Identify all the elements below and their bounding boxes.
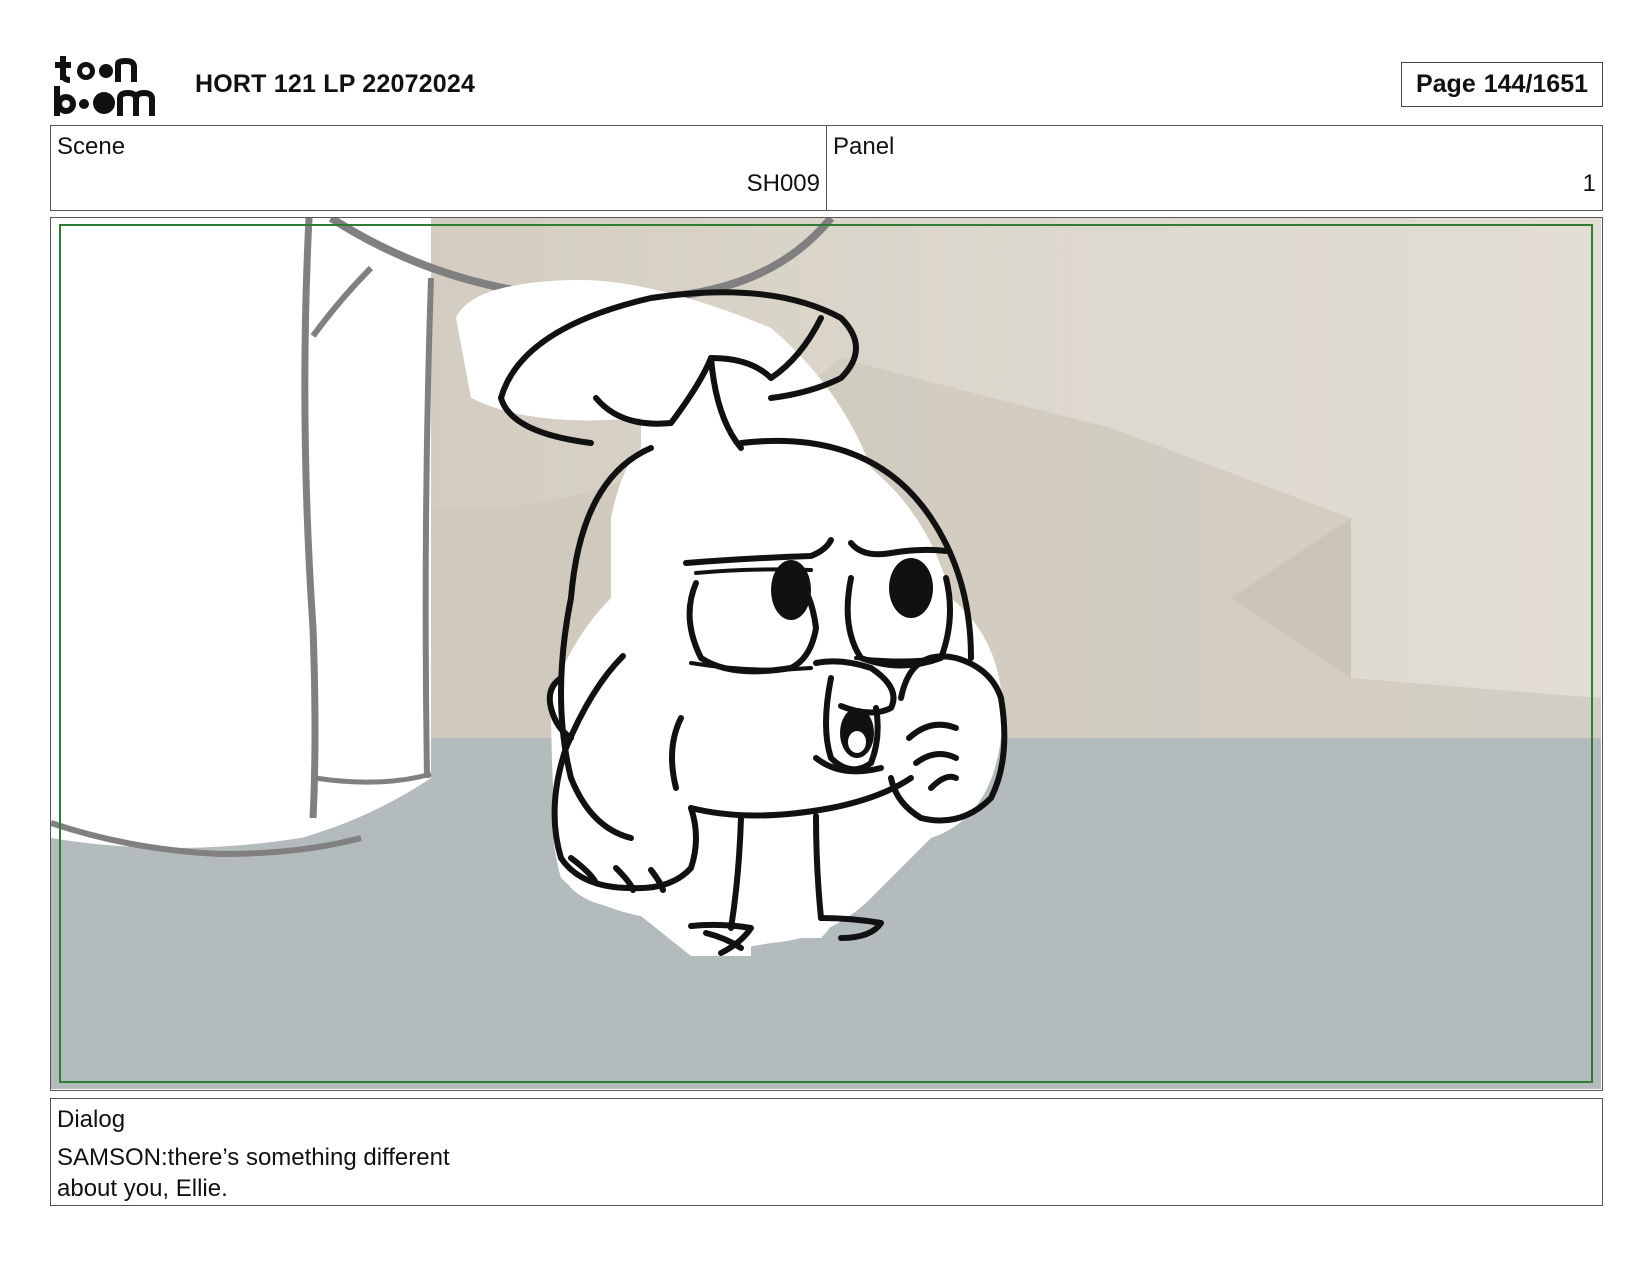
page-number: 144/1651 <box>1483 70 1589 98</box>
scene-panel-info: Scene SH009 Panel 1 <box>50 125 1603 211</box>
panel-value: 1 <box>1582 170 1596 197</box>
dialog-box: Dialog SAMSON:there’s something differen… <box>50 1098 1603 1206</box>
dialog-label: Dialog <box>57 1106 126 1133</box>
storyboard-drawing <box>51 218 1601 1089</box>
dialog-text: SAMSON:there’s something different about… <box>57 1144 450 1202</box>
panel-label: Panel <box>833 133 895 160</box>
scene-value: SH009 <box>746 170 820 197</box>
page-label: Page <box>1415 70 1476 98</box>
scene-label: Scene <box>57 133 126 160</box>
page-indicator: Page 144/1651 <box>1401 62 1603 107</box>
toon-boom-logo <box>54 56 155 116</box>
storyboard-panel-image <box>50 217 1603 1091</box>
document-title: HORT 121 LP 22072024 <box>195 70 476 98</box>
scene-cell: Scene SH009 <box>51 126 826 210</box>
panel-cell: Panel 1 <box>826 126 1602 210</box>
